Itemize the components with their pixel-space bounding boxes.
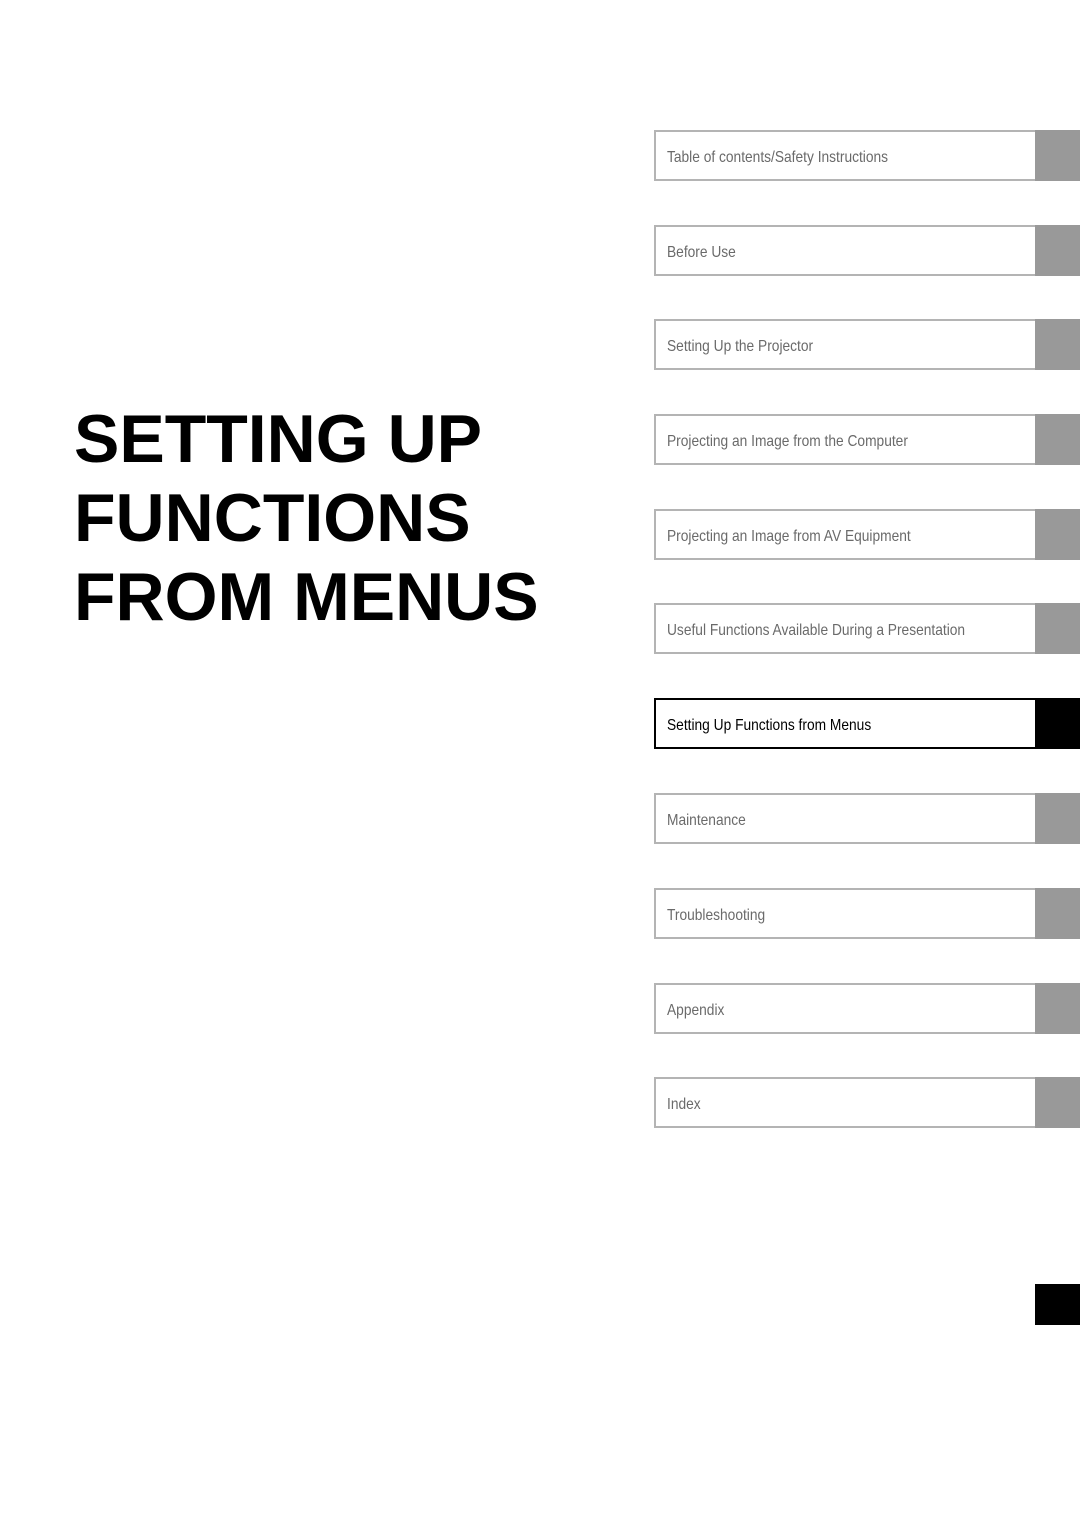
nav-item-image-from-av[interactable]: Projecting an Image from AV Equipment — [654, 509, 1080, 560]
nav-item-label: Appendix — [667, 1002, 725, 1019]
nav-item-box: Before Use — [654, 225, 1035, 276]
nav-item-troubleshooting[interactable]: Troubleshooting — [654, 888, 1080, 939]
nav-item-label: Maintenance — [667, 812, 746, 829]
nav-item-useful-functions[interactable]: Useful Functions Available During a Pres… — [654, 603, 1080, 654]
chapter-tab-marker[interactable] — [1035, 225, 1080, 276]
nav-item-box: Index — [654, 1077, 1035, 1128]
nav-item-label: Index — [667, 1096, 701, 1113]
nav-item-box: Troubleshooting — [654, 888, 1035, 939]
nav-item-box: Table of contents/Safety Instructions — [654, 130, 1035, 181]
nav-item-before-use[interactable]: Before Use — [654, 225, 1080, 276]
chapter-tab-marker[interactable] — [1035, 509, 1080, 560]
nav-item-label: Before Use — [667, 244, 736, 261]
nav-item-box: Appendix — [654, 983, 1035, 1034]
chapter-tab-marker[interactable] — [1035, 603, 1080, 654]
nav-item-maintenance[interactable]: Maintenance — [654, 793, 1080, 844]
nav-item-appendix[interactable]: Appendix — [654, 983, 1080, 1034]
nav-item-label: Setting Up Functions from Menus — [667, 717, 872, 734]
chapter-tab-marker[interactable] — [1035, 888, 1080, 939]
nav-item-box: Setting Up the Projector — [654, 319, 1035, 370]
nav-item-setting-up-functions[interactable]: Setting Up Functions from Menus — [654, 698, 1080, 749]
nav-item-label: Table of contents/Safety Instructions — [667, 149, 889, 166]
page-title: SETTING UP FUNCTIONS FROM MENUS — [74, 400, 539, 637]
nav-item-box: Maintenance — [654, 793, 1035, 844]
nav-item-index[interactable]: Index — [654, 1077, 1080, 1128]
chapter-tab-marker[interactable] — [1035, 983, 1080, 1034]
nav-item-label: Setting Up the Projector — [667, 338, 814, 355]
chapter-tab-marker[interactable] — [1035, 414, 1080, 465]
nav-item-setting-up-projector[interactable]: Setting Up the Projector — [654, 319, 1080, 370]
nav-item-box: Setting Up Functions from Menus — [654, 698, 1035, 749]
chapter-tab-marker[interactable] — [1035, 793, 1080, 844]
nav-item-box: Projecting an Image from the Computer — [654, 414, 1035, 465]
nav-item-label: Useful Functions Available During a Pres… — [667, 622, 966, 639]
title-line-1: SETTING UP — [74, 401, 483, 477]
nav-item-table-of-contents[interactable]: Table of contents/Safety Instructions — [654, 130, 1080, 181]
chapter-tab-marker[interactable] — [1035, 1077, 1080, 1128]
title-line-3: FROM MENUS — [74, 559, 539, 635]
nav-item-image-from-computer[interactable]: Projecting an Image from the Computer — [654, 414, 1080, 465]
page-edge-marker — [1035, 1284, 1080, 1325]
nav-item-label: Troubleshooting — [667, 907, 766, 924]
nav-item-box: Useful Functions Available During a Pres… — [654, 603, 1035, 654]
chapter-tab-marker-active[interactable] — [1035, 698, 1080, 749]
chapter-tab-marker[interactable] — [1035, 130, 1080, 181]
nav-item-label: Projecting an Image from AV Equipment — [667, 528, 911, 545]
nav-item-label: Projecting an Image from the Computer — [667, 433, 908, 450]
chapter-tab-marker[interactable] — [1035, 319, 1080, 370]
title-line-2: FUNCTIONS — [74, 480, 471, 556]
nav-item-box: Projecting an Image from AV Equipment — [654, 509, 1035, 560]
